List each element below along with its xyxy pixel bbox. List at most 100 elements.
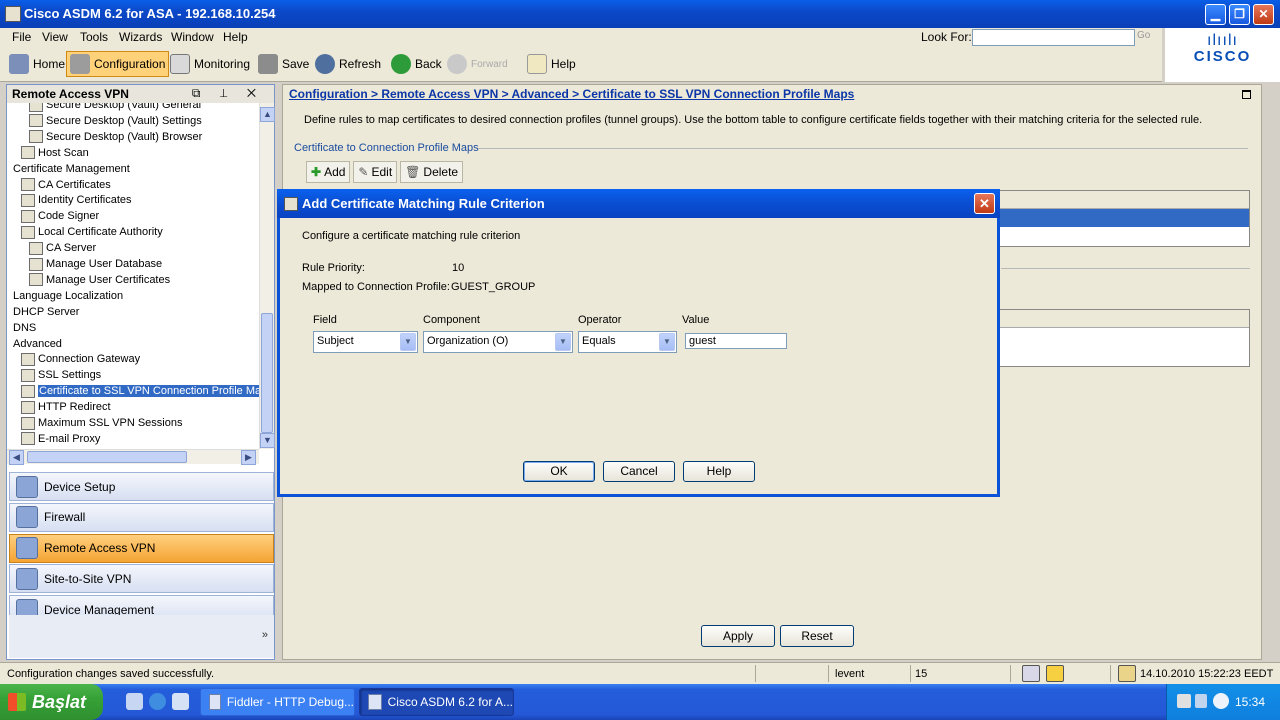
- chevron-down-icon[interactable]: ▼: [400, 333, 416, 351]
- tree-node[interactable]: Certificate to SSL VPN Connection Profil…: [21, 383, 259, 399]
- tree-node[interactable]: Connection Gateway: [21, 351, 140, 367]
- tree-node[interactable]: Secure Desktop (Vault) Browser: [29, 129, 202, 145]
- tree-vertical-scrollbar[interactable]: ▲ ▼: [259, 103, 275, 449]
- tree-node[interactable]: Local Certificate Authority: [21, 224, 163, 240]
- menu-file[interactable]: File: [12, 30, 31, 44]
- nav-label: Site-to-Site VPN: [44, 571, 132, 586]
- restore-button[interactable]: ❐: [1229, 4, 1250, 25]
- forward-button[interactable]: Forward: [444, 51, 511, 77]
- criteria-table[interactable]: [973, 309, 1250, 367]
- start-button[interactable]: Başlat: [0, 684, 103, 720]
- tree-node[interactable]: Host Scan: [21, 145, 89, 161]
- cancel-button[interactable]: Cancel: [603, 461, 675, 482]
- tree-node-icon: [21, 225, 35, 239]
- refresh-button[interactable]: Refresh: [312, 51, 384, 77]
- tree-node-icon: [29, 257, 43, 271]
- go-button[interactable]: Go: [1137, 30, 1150, 41]
- site-to-site-vpn-button[interactable]: Site-to-Site VPN: [9, 564, 274, 594]
- chevron-down-icon[interactable]: ▼: [555, 333, 571, 351]
- chevron-down-icon[interactable]: ▼: [659, 333, 675, 351]
- scroll-thumb[interactable]: [261, 313, 273, 433]
- firewall-button[interactable]: Firewall: [9, 502, 274, 532]
- close-button[interactable]: ✕: [1253, 4, 1274, 25]
- value-input[interactable]: [685, 333, 787, 349]
- network-icon[interactable]: [1195, 694, 1207, 708]
- tree-node[interactable]: Advanced: [13, 336, 62, 352]
- tree-node[interactable]: CA Certificates: [21, 177, 111, 193]
- tree-node[interactable]: Identity Certificates: [21, 192, 132, 208]
- menu-wizards[interactable]: Wizards: [119, 30, 162, 44]
- tree-node[interactable]: Secure Desktop (Vault) Settings: [29, 113, 202, 129]
- delete-button[interactable]: 🗑 Delete: [400, 161, 464, 183]
- panel-window-icons[interactable]: ⧉ ⊥ ✕: [192, 86, 264, 101]
- apply-button[interactable]: Apply: [701, 625, 775, 647]
- dialog-close-button[interactable]: ✕: [974, 193, 995, 214]
- scroll-down-icon[interactable]: ▼: [260, 433, 275, 448]
- scroll-up-icon[interactable]: ▲: [260, 107, 275, 122]
- internet-explorer-icon[interactable]: [149, 693, 166, 710]
- table-row[interactable]: [974, 209, 1249, 227]
- tree-node-icon: [29, 114, 43, 128]
- help-tray-icon[interactable]: [1177, 694, 1191, 708]
- dialog-help-button[interactable]: Help: [683, 461, 755, 482]
- taskbar-item-asdm[interactable]: Cisco ASDM 6.2 for A...: [359, 688, 514, 716]
- remote-access-vpn-button[interactable]: Remote Access VPN: [9, 533, 274, 563]
- warning-icon[interactable]: [1046, 665, 1064, 682]
- menu-tools[interactable]: Tools: [80, 30, 108, 44]
- tree-node-icon: [21, 400, 35, 414]
- tree-node[interactable]: Maximum SSL VPN Sessions: [21, 415, 182, 431]
- save-button[interactable]: Save: [255, 51, 312, 77]
- menu-help[interactable]: Help: [223, 30, 248, 44]
- configuration-button[interactable]: Configuration: [66, 51, 170, 77]
- component-select[interactable]: Organization (O) ▼: [423, 331, 573, 353]
- edit-icon: ✎: [358, 165, 369, 179]
- field-select[interactable]: Subject ▼: [313, 331, 418, 353]
- tree-node[interactable]: Secure Desktop (Vault) General: [29, 103, 201, 113]
- maximize-icon[interactable]: [1242, 90, 1251, 99]
- cisco-bars: ılıılı: [1207, 32, 1238, 49]
- show-desktop-icon[interactable]: [126, 693, 143, 710]
- fiddler-icon: [209, 694, 221, 710]
- edit-button[interactable]: ✎ Edit: [353, 161, 398, 183]
- monitor-icon: [170, 54, 190, 74]
- tree-node[interactable]: HTTP Redirect: [21, 399, 111, 415]
- menu-view[interactable]: View: [42, 30, 68, 44]
- help-button[interactable]: Help: [524, 51, 579, 77]
- tree-node[interactable]: DHCP Server: [13, 304, 79, 320]
- add-button[interactable]: ✚ Add: [306, 161, 351, 183]
- clock-tray-icon[interactable]: [1213, 693, 1229, 709]
- tree-horizontal-scrollbar[interactable]: ◀ ▶: [7, 449, 259, 465]
- tree-node-label: SSL Settings: [38, 369, 102, 382]
- look-for-input[interactable]: [972, 29, 1135, 46]
- more-nav-button[interactable]: »: [9, 615, 274, 658]
- tree-node[interactable]: Language Localization: [13, 288, 123, 304]
- tree-node[interactable]: Code Signer: [21, 208, 99, 224]
- tree-node[interactable]: CA Server: [29, 240, 96, 256]
- tree-node[interactable]: Certificate Management: [13, 161, 130, 177]
- ok-button[interactable]: OK: [523, 461, 595, 482]
- reset-button[interactable]: Reset: [780, 625, 854, 647]
- breadcrumb[interactable]: Configuration > Remote Access VPN > Adva…: [289, 87, 854, 101]
- tree-node[interactable]: Manage User Certificates: [29, 272, 170, 288]
- hscroll-thumb[interactable]: [27, 451, 187, 463]
- clock[interactable]: 15:34: [1235, 695, 1265, 709]
- device-status-icon[interactable]: [1022, 665, 1040, 682]
- tree-node[interactable]: SSL Settings: [21, 367, 101, 383]
- menu-window[interactable]: Window: [171, 30, 214, 44]
- operator-select[interactable]: Equals ▼: [578, 331, 677, 353]
- tree-node[interactable]: Manage User Database: [29, 256, 162, 272]
- tree-node-label: Secure Desktop (Vault) General: [46, 103, 202, 111]
- profile-maps-table[interactable]: [973, 190, 1250, 247]
- home-button[interactable]: Home: [6, 51, 68, 77]
- scroll-right-icon[interactable]: ▶: [241, 450, 256, 465]
- dialog-titlebar: Add Certificate Matching Rule Criterion …: [277, 189, 1000, 218]
- scroll-left-icon[interactable]: ◀: [9, 450, 24, 465]
- tree-node[interactable]: DNS: [13, 320, 36, 336]
- back-button[interactable]: Back: [388, 51, 445, 77]
- taskbar-item-fiddler[interactable]: Fiddler - HTTP Debug...: [200, 688, 355, 716]
- minimize-button[interactable]: ▁: [1205, 4, 1226, 25]
- quicklaunch-app-icon[interactable]: [172, 693, 189, 710]
- tree-node[interactable]: E-mail Proxy: [21, 431, 100, 447]
- device-setup-button[interactable]: Device Setup: [9, 472, 274, 501]
- monitoring-button[interactable]: Monitoring: [167, 51, 253, 77]
